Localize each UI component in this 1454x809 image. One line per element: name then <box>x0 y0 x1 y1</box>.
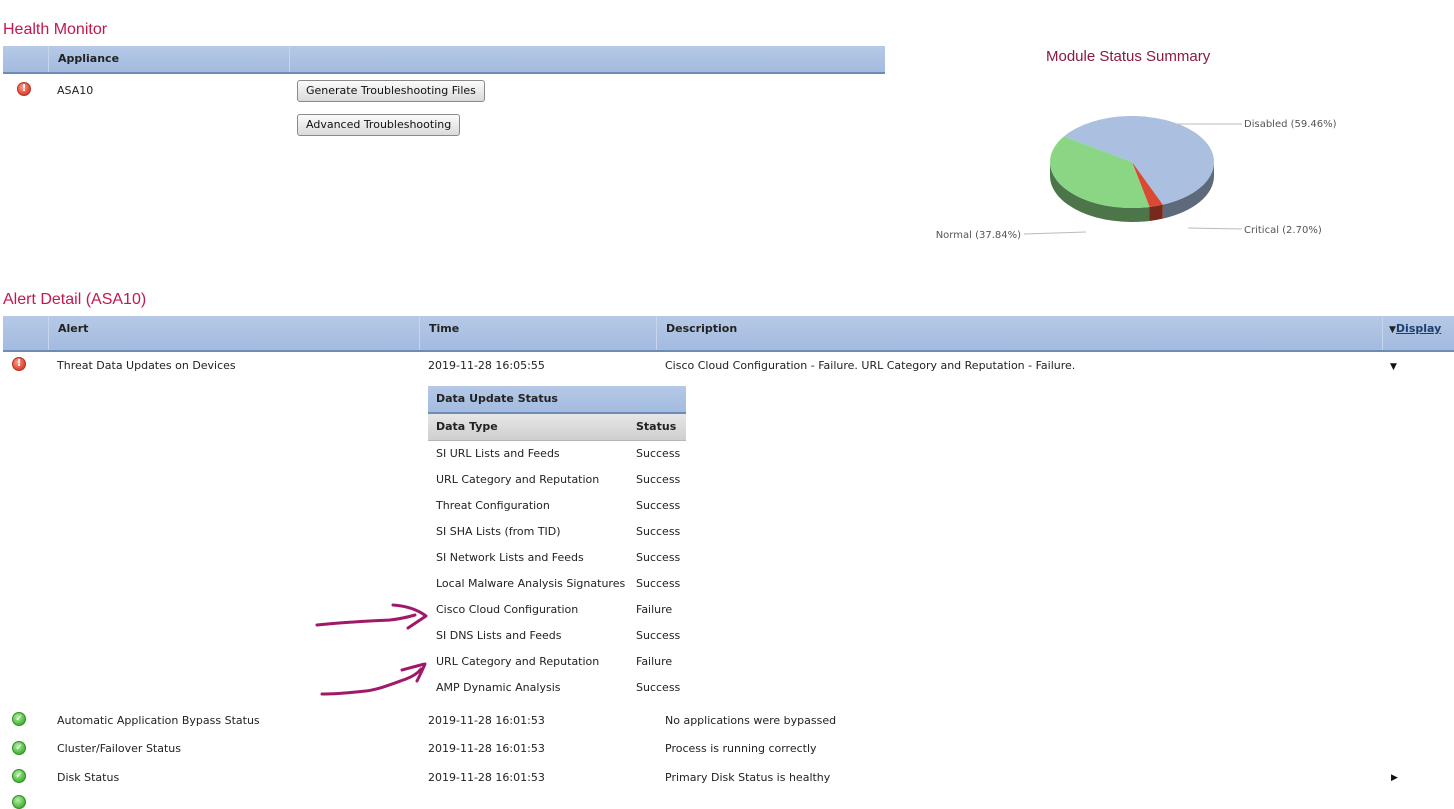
status-column-header[interactable]: Status <box>636 414 676 440</box>
status-column-header <box>3 46 49 72</box>
alert-name[interactable]: Threat Data Updates on Devices <box>57 359 236 372</box>
status-cell: Success <box>636 447 681 460</box>
annotation-arrows <box>315 603 428 696</box>
alert-column-header[interactable]: Alert <box>49 316 420 350</box>
pie-label-normal: Normal (37.84%) <box>936 230 1021 241</box>
pie-label-disabled: Disabled (59.46%) <box>1244 119 1337 130</box>
pie-leader-line <box>1187 227 1243 230</box>
error-icon: ! <box>12 357 26 371</box>
check-icon: ✓ <box>12 741 26 755</box>
alert-status-column-header <box>3 316 49 350</box>
caret-down-icon: ▼ <box>1389 325 1396 335</box>
data-type-cell: Local Malware Analysis Signatures <box>436 577 626 590</box>
collapse-row-icon[interactable]: ▼ <box>1390 362 1397 372</box>
data-type-cell: URL Category and Reputation <box>436 473 600 486</box>
actions-column-header <box>290 46 885 72</box>
check-icon <box>12 795 26 809</box>
data-type-cell: Cisco Cloud Configuration <box>436 603 579 616</box>
generate-troubleshooting-files-button[interactable]: Generate Troubleshooting Files <box>297 80 485 102</box>
pie-slices <box>1050 116 1214 208</box>
data-type-column-header[interactable]: Data Type <box>436 414 498 440</box>
advanced-troubleshooting-button[interactable]: Advanced Troubleshooting <box>297 114 461 136</box>
status-cell: Success <box>636 681 681 694</box>
appliance-name[interactable]: ASA10 <box>57 84 93 97</box>
data-type-cell: SI Network Lists and Feeds <box>436 551 584 564</box>
status-cell: Success <box>636 499 681 512</box>
description-column-header[interactable]: Description <box>657 316 1383 350</box>
data-type-cell: Threat Configuration <box>436 499 550 512</box>
alert-description: Cisco Cloud Configuration - Failure. URL… <box>665 359 1076 372</box>
alert-table-header: Alert Time Description ▼Display <box>3 316 1454 352</box>
display-column-header: ▼Display <box>1383 316 1454 350</box>
appliance-column-header[interactable]: Appliance <box>49 46 290 72</box>
arrow-to-url-category-and-reputation <box>320 667 423 696</box>
alert-time: 2019-11-28 16:01:53 <box>428 771 545 784</box>
alert-description: Process is running correctly <box>665 742 817 755</box>
status-cell: Success <box>636 577 681 590</box>
pie-leader-line <box>1023 231 1087 235</box>
data-update-status-title: Data Update Status <box>428 386 686 414</box>
alert-time: 2019-11-28 16:05:55 <box>428 359 545 372</box>
status-cell: Success <box>636 551 681 564</box>
alert-time: 2019-11-28 16:01:53 <box>428 714 545 727</box>
data-type-cell: SI URL Lists and Feeds <box>436 447 560 460</box>
pie-side-critical <box>1149 204 1163 221</box>
data-type-cell: SI DNS Lists and Feeds <box>436 629 562 642</box>
module-status-pie-chart: Disabled (59.46%) Critical (2.70%) Normal … <box>936 116 1337 241</box>
data-type-cell: URL Category and Reputation <box>436 655 600 668</box>
status-cell: Success <box>636 629 681 642</box>
alert-name[interactable]: Cluster/Failover Status <box>57 742 181 755</box>
data-type-cell: AMP Dynamic Analysis <box>436 681 561 694</box>
module-status-summary-title: Module Status Summary <box>1046 48 1211 65</box>
display-link[interactable]: Display <box>1396 322 1441 335</box>
status-cell: Failure <box>636 603 673 616</box>
error-icon: ! <box>17 82 31 96</box>
check-icon: ✓ <box>12 712 26 726</box>
data-type-cell: SI SHA Lists (from TID) <box>436 525 561 538</box>
status-cell: Success <box>636 525 681 538</box>
expand-row-icon[interactable]: ▶ <box>1391 773 1398 783</box>
health-monitor-title: Health Monitor <box>3 21 108 38</box>
check-icon: ✓ <box>12 769 26 783</box>
alert-name[interactable]: Disk Status <box>57 771 119 784</box>
appliance-table-header: Appliance <box>3 46 885 74</box>
data-update-status-header: Data Type Status <box>428 414 686 441</box>
status-cell: Success <box>636 473 681 486</box>
pie-label-critical: Critical (2.70%) <box>1244 225 1322 236</box>
arrow-to-cisco-cloud-configuration <box>315 613 417 627</box>
alert-time: 2019-11-28 16:01:53 <box>428 742 545 755</box>
alert-name[interactable]: Automatic Application Bypass Status <box>57 714 260 727</box>
time-column-header[interactable]: Time <box>420 316 657 350</box>
alert-description: No applications were bypassed <box>665 714 837 727</box>
status-cell: Failure <box>636 655 673 668</box>
alert-description: Primary Disk Status is healthy <box>665 771 831 784</box>
alert-detail-title: Alert Detail (ASA10) <box>3 291 147 308</box>
